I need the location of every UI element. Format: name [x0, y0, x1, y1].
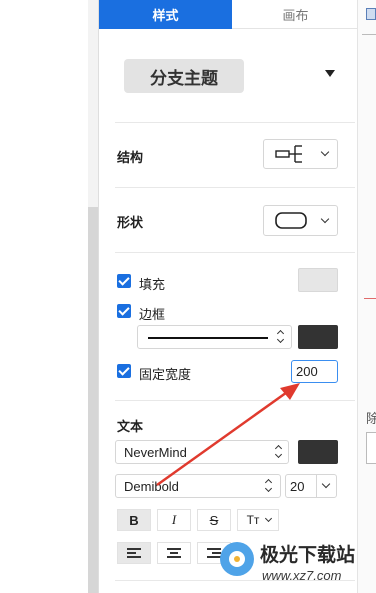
- shape-dropdown[interactable]: [263, 205, 338, 236]
- strikethrough-button[interactable]: S: [197, 509, 231, 531]
- theme-dropdown-caret-icon[interactable]: [325, 70, 335, 77]
- canvas-node-fragment: [366, 8, 376, 20]
- solid-line-icon: [148, 337, 268, 339]
- bold-icon: B: [129, 512, 139, 528]
- canvas-line-fragment: [362, 34, 376, 35]
- canvas-box-fragment: [366, 432, 376, 464]
- branch-theme-select[interactable]: 分支主题: [124, 59, 244, 93]
- align-center-icon: [167, 548, 181, 558]
- divider: [115, 252, 355, 253]
- chevron-down-icon: [320, 214, 330, 224]
- panel-scroll-track: [88, 0, 98, 207]
- canvas-right-area: [358, 0, 376, 593]
- fill-color-swatch[interactable]: [298, 268, 338, 292]
- text-color-swatch[interactable]: [298, 440, 338, 464]
- fill-checkbox[interactable]: [117, 274, 131, 288]
- fixed-width-label: 固定宽度: [139, 367, 192, 382]
- text-case-icon: Tт: [246, 513, 260, 527]
- strikethrough-icon: S: [209, 512, 219, 528]
- shape-label: 形状: [117, 215, 144, 230]
- font-weight-value: Demibold: [124, 479, 179, 494]
- watermark-logo: 极光下载站 www.xz7.com: [218, 534, 374, 590]
- font-size-value: 20: [290, 479, 305, 494]
- chevron-down-icon: [264, 514, 273, 523]
- align-center-button[interactable]: [157, 542, 191, 564]
- tab-canvas[interactable]: 画布: [232, 0, 357, 29]
- text-section-label: 文本: [117, 419, 144, 434]
- text-case-button[interactable]: Tт: [237, 509, 279, 531]
- divider: [115, 187, 355, 188]
- structure-label: 结构: [117, 150, 144, 165]
- style-panel: 样式 画布 分支主题 结构 形状 填充 边框 固定宽度 200 文本 Never…: [98, 0, 358, 593]
- italic-button[interactable]: I: [157, 509, 191, 531]
- up-down-arrows-icon: [276, 329, 286, 345]
- chevron-down-icon: [320, 147, 330, 157]
- bold-button[interactable]: B: [117, 509, 151, 531]
- branch-structure-icon: [275, 145, 302, 163]
- canvas-left-area: [0, 0, 88, 593]
- italic-icon: I: [171, 512, 177, 527]
- tab-style[interactable]: 样式: [99, 0, 232, 29]
- font-family-select[interactable]: NeverMind: [115, 440, 289, 464]
- watermark-title: 极光下载站: [260, 544, 356, 566]
- panel-tabs: 样式 画布: [99, 0, 357, 29]
- border-checkbox[interactable]: [117, 304, 131, 318]
- font-weight-select[interactable]: Demibold: [115, 474, 281, 498]
- border-line-style-select[interactable]: [137, 325, 292, 349]
- fixed-width-checkbox[interactable]: [117, 364, 131, 378]
- panel-scrollbar[interactable]: [88, 207, 98, 593]
- divider: [115, 122, 355, 123]
- border-color-swatch[interactable]: [298, 325, 338, 349]
- fixed-width-value: 200: [296, 364, 318, 379]
- font-size-select[interactable]: 20: [285, 474, 337, 498]
- watermark-url: www.xz7.com: [262, 568, 342, 583]
- rounded-rect-shape-icon: [275, 212, 307, 229]
- up-down-arrows-icon: [264, 478, 274, 494]
- chevron-down-icon: [321, 479, 331, 489]
- fill-label: 填充: [139, 277, 166, 292]
- divider: [115, 400, 355, 401]
- watermark-icon: [220, 542, 254, 576]
- up-down-arrows-icon: [274, 444, 284, 460]
- canvas-text-fragment: 除: [366, 411, 376, 426]
- align-left-icon: [127, 548, 141, 558]
- structure-dropdown[interactable]: [263, 139, 338, 169]
- align-left-button[interactable]: [117, 542, 151, 564]
- font-family-value: NeverMind: [124, 445, 187, 460]
- border-label: 边框: [139, 307, 166, 322]
- canvas-guide-line: [364, 298, 376, 299]
- fixed-width-input[interactable]: 200: [291, 360, 338, 383]
